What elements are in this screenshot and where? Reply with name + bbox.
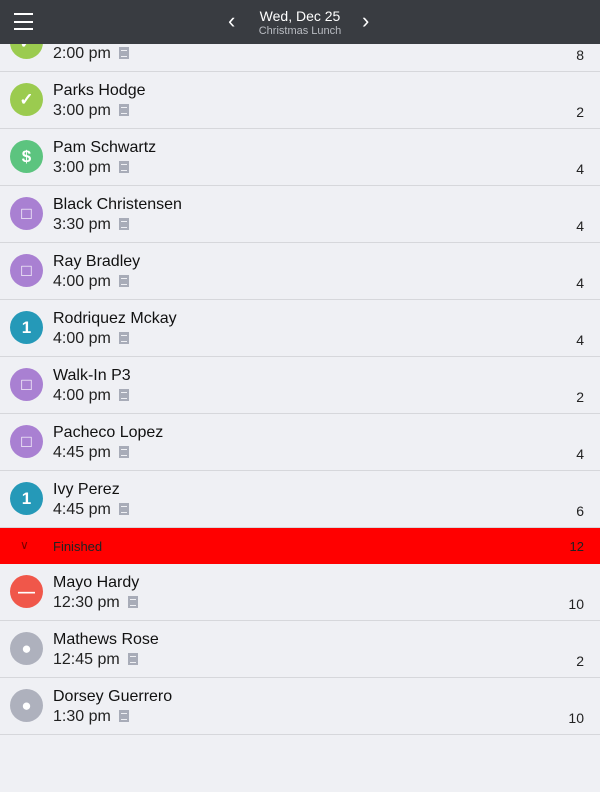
top-bar: ‹ Wed, Dec 25 Christmas Lunch › <box>0 0 600 44</box>
time-text: 4:00 pm <box>53 387 111 404</box>
notes-icon <box>118 275 129 287</box>
section-count: 12 <box>569 539 584 554</box>
party-size: 10 <box>568 596 584 612</box>
time-text: 1:30 pm <box>53 708 111 725</box>
reservation-row[interactable]: 1 Rodriquez Mckay 4:00 pm 4 <box>0 300 600 357</box>
reservation-row[interactable]: □ Pacheco Lopez 4:45 pm 4 <box>0 414 600 471</box>
party-size: 6 <box>576 503 584 519</box>
guest-name: Black Christensen <box>53 196 182 213</box>
time-text: 12:45 pm <box>53 651 120 668</box>
reservation-row[interactable]: 1 Ivy Perez 4:45 pm 6 <box>0 471 600 528</box>
notes-icon <box>118 446 129 458</box>
status-partial-1-icon: 1 <box>10 482 43 515</box>
notes-icon <box>118 332 129 344</box>
reservation-time: 1:30 pm <box>53 708 129 726</box>
time-text: 2:00 pm <box>53 45 111 62</box>
notes-icon <box>127 653 138 665</box>
status-dollar-icon: $ <box>10 140 43 173</box>
reservation-row[interactable]: ● Dorsey Guerrero 1:30 pm 10 <box>0 678 600 735</box>
reservation-time: 4:45 pm <box>53 501 129 519</box>
notes-icon <box>118 218 129 230</box>
guest-name: Ray Bradley <box>53 253 141 270</box>
reservation-time: 3:00 pm <box>53 102 129 120</box>
party-size: 2 <box>576 104 584 120</box>
reservation-time: 4:00 pm <box>53 273 129 291</box>
reservation-time: 12:45 pm <box>53 651 138 669</box>
reservation-row[interactable]: ✓ Parks Hodge 3:00 pm 2 <box>0 72 600 129</box>
notes-icon <box>118 389 129 401</box>
party-size: 4 <box>576 218 584 234</box>
guest-name: Ivy Perez <box>53 481 120 498</box>
reservation-row[interactable]: $ Pam Schwartz 3:00 pm 4 <box>0 129 600 186</box>
status-table-icon: □ <box>10 197 43 230</box>
time-text: 4:45 pm <box>53 501 111 518</box>
guest-name: Pam Schwartz <box>53 139 157 156</box>
reservation-time: 3:30 pm <box>53 216 129 234</box>
time-text: 3:30 pm <box>53 216 111 233</box>
status-cancelled-icon: — <box>10 575 43 608</box>
notes-icon <box>127 596 138 608</box>
time-text: 4:00 pm <box>53 330 111 347</box>
reservation-row[interactable]: □ Ray Bradley 4:00 pm 4 <box>0 243 600 300</box>
status-table-icon: □ <box>10 425 43 458</box>
guest-name: Walk-In P3 <box>53 367 131 384</box>
party-size: 4 <box>576 332 584 348</box>
party-size: 4 <box>576 446 584 462</box>
party-size: 8 <box>576 47 584 63</box>
status-finished-icon: ● <box>10 632 43 665</box>
shift-subtitle: Christmas Lunch <box>258 25 342 37</box>
guest-name: Rodriquez Mckay <box>53 310 177 327</box>
time-text: 3:00 pm <box>53 102 111 119</box>
section-label: Finished <box>53 539 103 554</box>
notes-icon <box>118 47 129 59</box>
reservation-time: 4:00 pm <box>53 387 129 405</box>
time-text: 4:45 pm <box>53 444 111 461</box>
status-finished-icon: ● <box>10 689 43 722</box>
party-size: 2 <box>576 389 584 405</box>
notes-icon <box>118 161 129 173</box>
party-size: 2 <box>576 653 584 669</box>
party-size: 10 <box>568 710 584 726</box>
reservation-row[interactable]: ● Mathews Rose 12:45 pm 2 <box>0 621 600 678</box>
status-table-icon: □ <box>10 368 43 401</box>
reservation-row[interactable]: — Mayo Hardy 12:30 pm 10 <box>0 564 600 621</box>
reservation-time: 3:00 pm <box>53 159 129 177</box>
status-check-icon: ✓ <box>10 83 43 116</box>
reservation-row[interactable]: □ Walk-In P3 4:00 pm 2 <box>0 357 600 414</box>
date-title: Wed, Dec 25 <box>259 8 341 24</box>
notes-icon <box>118 104 129 116</box>
time-text: 3:00 pm <box>53 159 111 176</box>
party-size: 4 <box>576 275 584 291</box>
chevron-down-icon: ∨ <box>20 538 29 552</box>
reservation-time: 4:00 pm <box>53 330 129 348</box>
reservation-row[interactable]: □ Black Christensen 3:30 pm 4 <box>0 186 600 243</box>
guest-name: Mathews Rose <box>53 631 159 648</box>
reservation-time: 2:00 pm <box>53 45 129 63</box>
guest-name: Dorsey Guerrero <box>53 688 173 705</box>
status-partial-1-icon: 1 <box>10 311 43 344</box>
guest-name: Mayo Hardy <box>53 574 140 591</box>
reservation-time: 12:30 pm <box>53 594 138 612</box>
guest-name: Pacheco Lopez <box>53 424 164 441</box>
notes-icon <box>118 710 129 722</box>
party-size: 4 <box>576 161 584 177</box>
reservation-list: 2 1:15 pm 4✓ Floyd Holmes 2:00 pm 8✓ Par… <box>0 0 600 735</box>
status-table-icon: □ <box>10 254 43 287</box>
finished-section-header[interactable]: ∨ Finished 12 <box>0 528 600 564</box>
time-text: 4:00 pm <box>53 273 111 290</box>
guest-name: Parks Hodge <box>53 82 146 99</box>
notes-icon <box>118 503 129 515</box>
next-day-chevron-icon[interactable]: › <box>362 8 369 34</box>
reservation-time: 4:45 pm <box>53 444 129 462</box>
time-text: 12:30 pm <box>53 594 120 611</box>
